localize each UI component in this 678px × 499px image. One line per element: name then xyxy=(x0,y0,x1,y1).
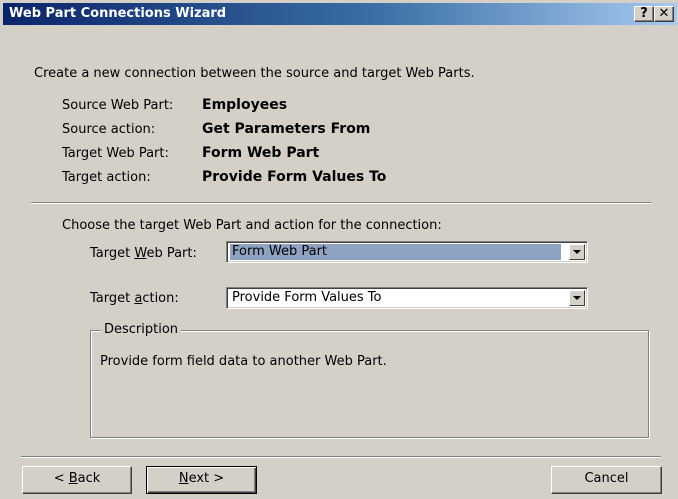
target-web-part-summary-label: Target Web Part: xyxy=(62,146,169,161)
next-button[interactable]: Next > xyxy=(146,466,257,494)
intro-text: Create a new connection between the sour… xyxy=(34,66,475,81)
description-legend: Description xyxy=(101,322,182,337)
wizard-window: Web Part Connections Wizard ? ✕ Create a… xyxy=(0,0,678,499)
help-icon: ? xyxy=(640,6,648,21)
dropdown-button[interactable] xyxy=(569,290,585,306)
cancel-button[interactable]: Cancel xyxy=(551,466,662,494)
separator xyxy=(21,456,661,458)
window-title: Web Part Connections Wizard xyxy=(9,6,227,21)
target-web-part-dropdown[interactable]: Form Web Part xyxy=(226,241,588,263)
title-bar[interactable]: Web Part Connections Wizard ? ✕ xyxy=(3,3,677,25)
choose-prompt: Choose the target Web Part and action fo… xyxy=(62,218,442,233)
close-button[interactable]: ✕ xyxy=(654,6,674,22)
source-action-label: Source action: xyxy=(62,122,156,137)
target-action-dropdown[interactable]: Provide Form Values To xyxy=(226,287,588,309)
close-icon: ✕ xyxy=(658,6,670,21)
source-web-part-label: Source Web Part: xyxy=(62,98,174,113)
target-web-part-selected-value: Form Web Part xyxy=(230,244,561,260)
separator xyxy=(31,202,651,204)
source-web-part-value: Employees xyxy=(202,97,288,113)
chevron-down-icon xyxy=(573,250,581,254)
chevron-down-icon xyxy=(573,296,581,300)
description-text: Provide form field data to another Web P… xyxy=(100,354,387,369)
source-action-value: Get Parameters From xyxy=(202,121,371,137)
description-groupbox xyxy=(90,330,649,438)
dropdown-button[interactable] xyxy=(569,244,585,260)
target-action-summary-label: Target action: xyxy=(62,170,151,185)
target-web-part-summary-value: Form Web Part xyxy=(202,145,320,161)
target-action-label: Target action: xyxy=(90,291,179,306)
target-action-summary-value: Provide Form Values To xyxy=(202,169,387,185)
target-web-part-label: Target Web Part: xyxy=(90,246,197,261)
help-button[interactable]: ? xyxy=(634,6,654,22)
target-action-selected-value: Provide Form Values To xyxy=(232,290,382,305)
back-button[interactable]: < Back xyxy=(22,466,132,494)
